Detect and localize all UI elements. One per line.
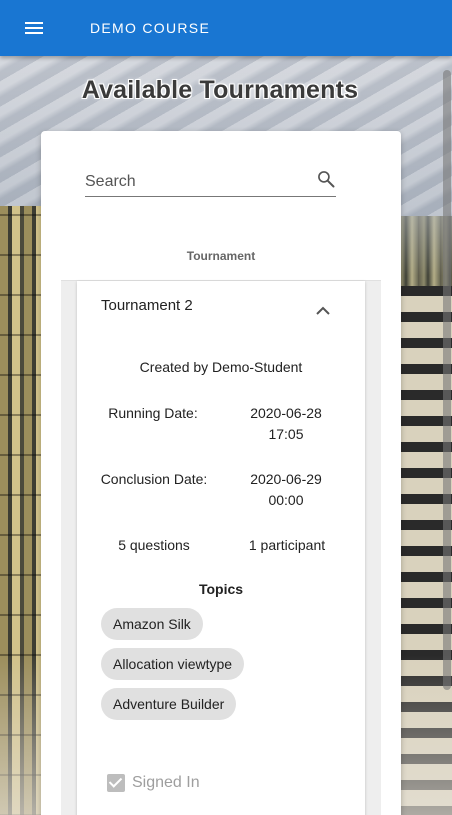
- app-bar: DEMO COURSE: [0, 0, 452, 56]
- app-title[interactable]: DEMO COURSE: [90, 20, 210, 36]
- running-date-label: Running Date:: [108, 405, 198, 421]
- topics-heading: Topics: [198, 581, 244, 597]
- menu-icon: [25, 22, 43, 34]
- menu-button[interactable]: [10, 4, 58, 52]
- search-input[interactable]: [85, 172, 305, 191]
- topic-chip[interactable]: Adventure Builder: [101, 688, 237, 720]
- conclusion-date-value: 2020-06-29 00:00: [250, 471, 322, 508]
- column-header-tournament[interactable]: Tournament: [61, 249, 381, 263]
- participants-count: 1 participant: [248, 537, 326, 553]
- tournament-panel: Tournament 2 Created by Demo-Student Run…: [77, 281, 365, 815]
- created-by: Created by Demo-Student: [139, 359, 303, 375]
- scrollbar[interactable]: [443, 70, 451, 690]
- page-title: Available Tournaments: [81, 76, 359, 104]
- signed-in-label: Signed In: [132, 774, 200, 791]
- tournament-name[interactable]: Tournament 2: [101, 297, 193, 314]
- signed-in-checkbox[interactable]: Signed In: [107, 774, 200, 792]
- topic-chip[interactable]: Allocation viewtype: [101, 648, 245, 680]
- topic-chip[interactable]: Amazon Silk: [101, 608, 203, 640]
- search-field[interactable]: [85, 167, 336, 197]
- checkbox-checked-icon[interactable]: [107, 774, 125, 792]
- search-icon[interactable]: [316, 169, 336, 189]
- running-date-value: 2020-06-28 17:05: [250, 405, 322, 442]
- tournaments-card: Tournament Tournament 2 Created by Demo-…: [41, 131, 401, 815]
- questions-count: 5 questions: [118, 537, 190, 553]
- expanded-row: Tournament 2 Created by Demo-Student Run…: [61, 281, 381, 815]
- conclusion-date-label: Conclusion Date:: [100, 471, 208, 487]
- chevron-up-icon[interactable]: [315, 306, 331, 316]
